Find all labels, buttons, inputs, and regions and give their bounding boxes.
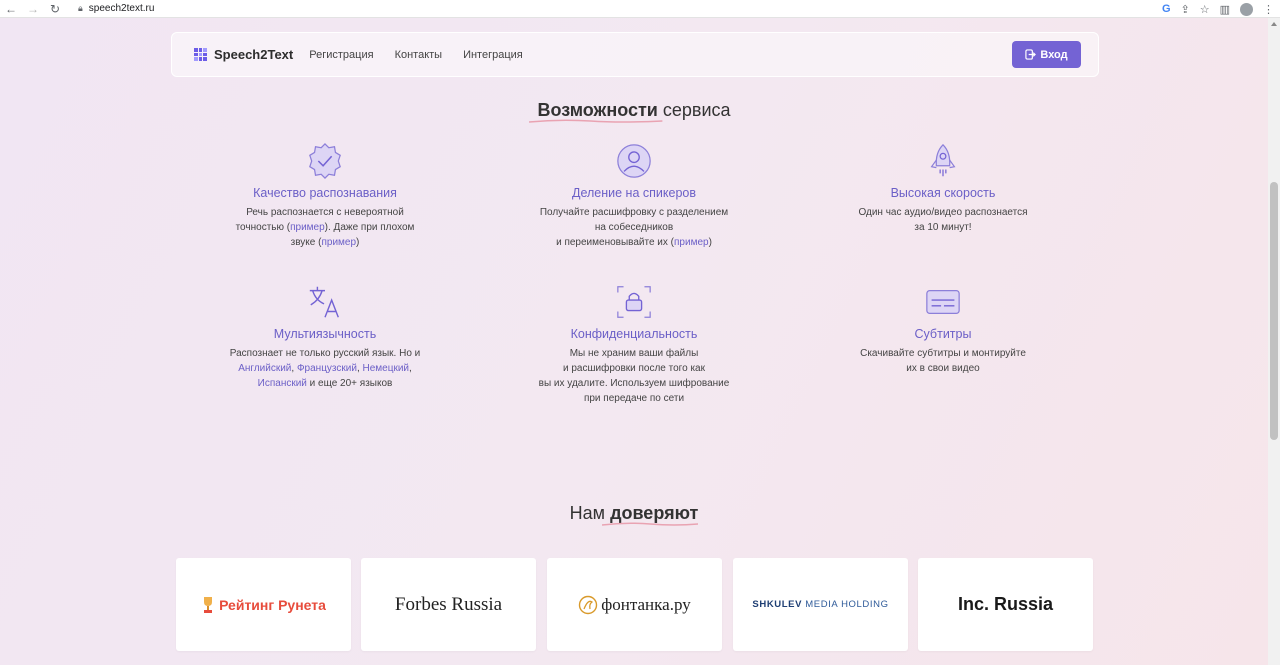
scrollbar-thumb[interactable] bbox=[1270, 182, 1278, 440]
page-scrollbar[interactable] bbox=[1268, 18, 1280, 665]
trust-logo-rating-runeta[interactable]: Рейтинг Рунета bbox=[176, 558, 351, 651]
example-link[interactable]: пример bbox=[321, 237, 356, 248]
feature-description: Речь распознается с невероятной точность… bbox=[195, 205, 455, 250]
trust-heading: Нам доверяют bbox=[0, 503, 1268, 526]
site-header: Speech2Text Регистрация Контакты Интегра… bbox=[171, 32, 1099, 77]
desc-line: Распознает не только русский язык. Но и bbox=[229, 348, 421, 359]
feature-title: Мультиязычность bbox=[273, 327, 377, 341]
back-arrow-icon[interactable]: ← bbox=[0, 0, 22, 18]
feature-quality: Качество распознавания Речь распознается… bbox=[195, 142, 455, 250]
login-label: Вход bbox=[1040, 48, 1068, 61]
desc-line: Скачивайте субтитры и монтируйте bbox=[860, 348, 1026, 359]
feature-speakers: Деление на спикеров Получайте расшифровк… bbox=[504, 142, 764, 250]
desc-line: звуке (пример) bbox=[290, 237, 360, 248]
language-link-french[interactable]: Французский bbox=[297, 363, 357, 374]
browser-toolbar: ← → ↻ 🔒︎ speech2text.ru G ⇪ ☆ ▥ ⋮ bbox=[0, 0, 1280, 18]
trust-heading-rest: Нам bbox=[569, 503, 611, 523]
desc-line: за 10 минут! bbox=[914, 222, 972, 233]
nav-link-integration[interactable]: Интеграция bbox=[463, 49, 523, 61]
desc-line: точностью (пример). Даже при плохом bbox=[235, 222, 415, 233]
desc-line: при передаче по сети bbox=[583, 393, 685, 404]
bookmark-star-icon[interactable]: ☆ bbox=[1200, 3, 1210, 16]
trust-logo-inc-russia[interactable]: Inc. Russia bbox=[918, 558, 1093, 651]
language-link-german[interactable]: Немецкий bbox=[363, 363, 410, 374]
trust-logo-text: Рейтинг Рунета bbox=[219, 596, 326, 613]
desc-line: и переименовывайте их (пример) bbox=[556, 237, 712, 248]
google-icon[interactable]: G bbox=[1162, 3, 1171, 15]
features-heading-rest: сервиса bbox=[662, 100, 731, 120]
feature-description: Получайте расшифровку с разделением на с… bbox=[504, 205, 764, 250]
lock-frame-icon bbox=[617, 286, 651, 318]
desc-line: и расшифровки после того как bbox=[563, 363, 705, 374]
trust-logo-text: SHKULEV MEDIA HOLDING bbox=[752, 599, 889, 610]
desc-line: Один час аудио/видео распознается bbox=[858, 207, 1028, 218]
nav-link-contacts[interactable]: Контакты bbox=[395, 49, 443, 61]
trust-logo-text: Forbes Russia bbox=[394, 593, 503, 615]
share-icon[interactable]: ⇪ bbox=[1181, 3, 1190, 16]
heading-underline-decoration bbox=[529, 119, 663, 123]
subtitles-icon bbox=[926, 289, 960, 315]
feature-speed: Высокая скорость Один час аудио/видео ра… bbox=[813, 142, 1073, 235]
desc-line: Испанский и еще 20+ языков bbox=[257, 378, 393, 389]
feature-subtitles: Субтитры Скачивайте субтитры и монтируйт… bbox=[813, 283, 1073, 376]
example-link[interactable]: пример bbox=[290, 222, 325, 233]
trust-logo-shkulev[interactable]: SHKULEV MEDIA HOLDING bbox=[733, 558, 908, 651]
feature-description: Скачивайте субтитры и монтируйте их в св… bbox=[813, 346, 1073, 376]
logo-mark-icon bbox=[194, 48, 207, 61]
feature-title: Субтитры bbox=[914, 327, 972, 341]
lock-icon[interactable]: 🔒︎ bbox=[78, 3, 83, 14]
desc-line: вы их удалите. Используем шифрование bbox=[538, 378, 730, 389]
feature-title: Деление на спикеров bbox=[572, 186, 696, 200]
feature-title: Конфиденциальность bbox=[570, 327, 698, 341]
feature-description: Распознает не только русский язык. Но и … bbox=[195, 346, 455, 391]
forward-arrow-icon[interactable]: → bbox=[22, 0, 44, 18]
trust-logo-text: Inc. Russia bbox=[957, 594, 1054, 614]
language-link-english[interactable]: Английский bbox=[238, 363, 291, 374]
trophy-icon bbox=[204, 596, 213, 613]
feature-multilanguage: Мультиязычность Распознает не только рус… bbox=[195, 283, 455, 391]
language-link-spanish[interactable]: Испанский bbox=[258, 378, 307, 389]
desc-line: Мы не храним ваши файлы bbox=[569, 348, 699, 359]
side-panel-icon[interactable]: ▥ bbox=[1220, 3, 1230, 16]
login-icon bbox=[1025, 49, 1037, 60]
logo-text: Speech2Text bbox=[214, 47, 294, 62]
trust-logo-text: фонтанка.ру bbox=[601, 594, 691, 614]
desc-line: Английский, Французский, Немецкий, bbox=[238, 363, 412, 374]
feature-title: Качество распознавания bbox=[253, 186, 397, 200]
rocket-icon bbox=[930, 143, 956, 177]
feature-privacy: Конфиденциальность Мы не храним ваши фай… bbox=[504, 283, 764, 406]
scroll-up-arrow-icon[interactable] bbox=[1271, 22, 1277, 26]
profile-avatar-icon[interactable] bbox=[1240, 2, 1253, 16]
trust-heading-bold: доверяют bbox=[602, 503, 699, 526]
verified-badge-icon bbox=[309, 143, 341, 179]
address-bar[interactable]: speech2text.ru bbox=[89, 3, 155, 14]
menu-dots-icon[interactable]: ⋮ bbox=[1263, 3, 1274, 16]
trust-logo-fontanka[interactable]: фонтанка.ру bbox=[547, 558, 722, 651]
feature-description: Мы не храним ваши файлы и расшифровки по… bbox=[504, 346, 764, 406]
trust-logo-forbes[interactable]: Forbes Russia bbox=[361, 558, 536, 651]
heading-underline-decoration bbox=[602, 522, 699, 526]
desc-line: их в свои видео bbox=[906, 363, 980, 374]
reload-icon[interactable]: ↻ bbox=[44, 0, 66, 18]
fontanka-emblem-icon bbox=[579, 595, 598, 614]
desc-line: на собеседников bbox=[594, 222, 674, 233]
features-heading-bold: Возможности bbox=[529, 100, 663, 123]
desc-line: Получайте расшифровку с разделением bbox=[539, 207, 729, 218]
desc-line: Речь распознается с невероятной bbox=[246, 207, 404, 218]
user-circle-icon bbox=[617, 144, 651, 178]
nav-link-registration[interactable]: Регистрация bbox=[309, 49, 373, 61]
login-button[interactable]: Вход bbox=[1012, 41, 1081, 68]
site-logo[interactable]: Speech2Text bbox=[194, 47, 293, 62]
translate-icon bbox=[309, 286, 339, 318]
feature-title: Высокая скорость bbox=[890, 186, 996, 200]
features-heading: Возможности сервиса bbox=[0, 100, 1268, 123]
example-link[interactable]: пример bbox=[674, 237, 709, 248]
feature-description: Один час аудио/видео распознается за 10 … bbox=[813, 205, 1073, 235]
